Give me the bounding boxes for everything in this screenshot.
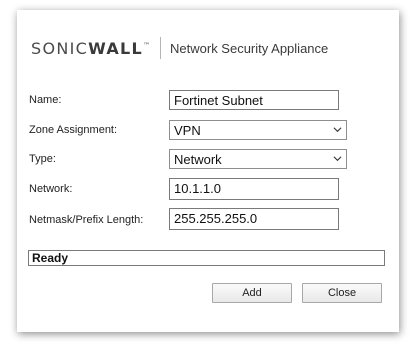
zone-assignment-label: Zone Assignment: bbox=[29, 124, 118, 136]
zone-assignment-select[interactable]: VPN bbox=[169, 120, 347, 140]
status-bar: Ready bbox=[28, 250, 385, 266]
netmask-input[interactable]: 255.255.255.0 bbox=[169, 208, 339, 230]
zone-assignment-value: VPN bbox=[174, 123, 201, 138]
type-label: Type: bbox=[29, 153, 56, 165]
sonicwall-logo: SONICWALL™ bbox=[31, 39, 150, 58]
type-select[interactable]: Network bbox=[169, 149, 347, 169]
header-divider bbox=[160, 37, 162, 59]
network-input[interactable]: 10.1.1.0 bbox=[169, 178, 339, 200]
logo-text-sonic: SONIC bbox=[31, 38, 89, 58]
name-input[interactable]: Fortinet Subnet bbox=[169, 90, 339, 110]
address-object-dialog: SONICWALL™ Network Security Appliance Na… bbox=[17, 10, 399, 332]
chevron-down-icon bbox=[333, 156, 342, 162]
netmask-label: Netmask/Prefix Length: bbox=[29, 214, 144, 226]
brand-header: SONICWALL™ Network Security Appliance bbox=[31, 37, 328, 59]
network-label: Network: bbox=[29, 183, 73, 195]
logo-text-wall: WALL bbox=[88, 38, 144, 58]
logo-trademark: ™ bbox=[143, 41, 151, 50]
type-value: Network bbox=[174, 152, 222, 167]
name-label: Name: bbox=[29, 94, 62, 106]
product-name: Network Security Appliance bbox=[170, 40, 329, 56]
add-button[interactable]: Add bbox=[212, 283, 292, 303]
close-button[interactable]: Close bbox=[302, 283, 382, 303]
chevron-down-icon bbox=[333, 127, 342, 133]
